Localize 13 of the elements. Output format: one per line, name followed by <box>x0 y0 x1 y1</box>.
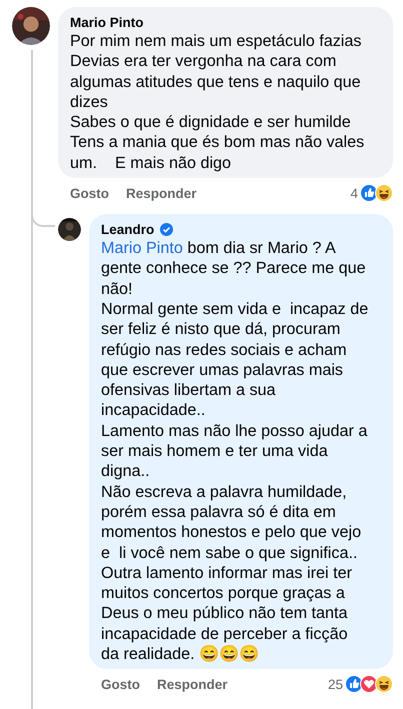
action-link[interactable]: Responder <box>126 186 197 201</box>
mention-link[interactable]: Mario Pinto <box>101 239 183 258</box>
author-name[interactable]: Mario Pinto <box>70 14 144 30</box>
reaction-count: 4 <box>350 186 358 201</box>
action-link[interactable]: Responder <box>157 676 228 692</box>
laughing-face-icon <box>375 184 393 202</box>
laughing-face-icon <box>375 675 393 694</box>
reaction-count: 25 <box>328 676 343 692</box>
comment-text: Mario Pinto bom dia sr Mario ? A gente conhece se ?? Parece me que não! Normal gente sem vida e incapaz de ser feliz é nisto que dá, procuram refúgio nas redes sociais e acham que escrever umas palavras mais ofensivas libertam a sua incapacidade.. Lamento mas não lhe posso ajudar a ser mais homem e ter uma vida digna.. Não escreva a palavra humildade, porém essa palavra só é dita em momentos honestos e pelo que vejo e li você nem sabe o que significa.. Outra lamento informar mas irei ter muitos concertos porque graças a Deus o meu público não tem tanta incapacidade de perceber a ficção da realidade. 😄😄😄 <box>101 238 370 664</box>
comment-text: Por mim nem mais um espetáculo fazias Devias era ter vergonha na cara com algumas atitudes que tens e naquilo que dizes Sabes o que é dignidade e ser humilde Tens a mania que és bom mas não vales um. E mais não digo <box>70 31 366 174</box>
author-name[interactable]: Leandro <box>101 222 154 237</box>
action-link[interactable]: Gosto <box>70 186 109 201</box>
action-link[interactable]: Gosto <box>101 676 140 692</box>
